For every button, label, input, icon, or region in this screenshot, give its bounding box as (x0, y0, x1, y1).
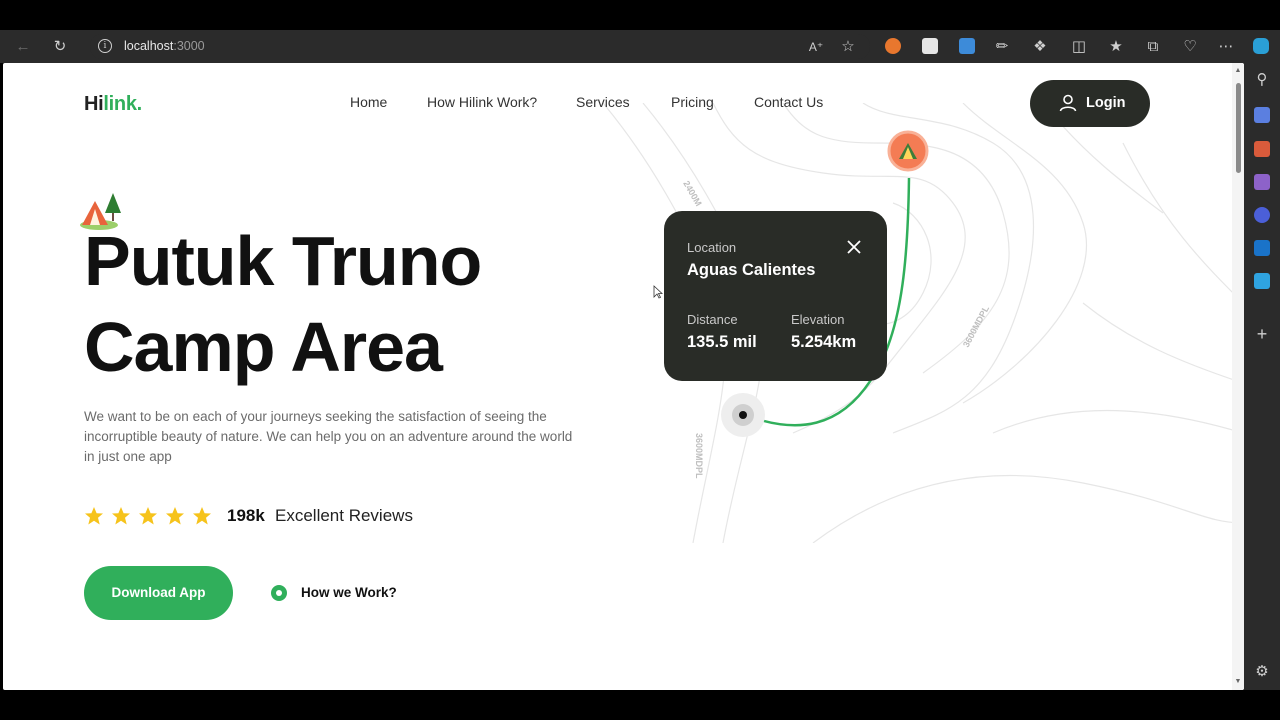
browser-sidebar: ⚲ + ⚙ (1244, 63, 1280, 690)
login-button[interactable]: Login (1030, 80, 1150, 127)
sidebar-outlook-icon[interactable] (1254, 240, 1270, 256)
reviews-count: 198k (227, 506, 265, 525)
sidebar-toolbox-icon[interactable] (1254, 141, 1270, 157)
nav-contact-us[interactable]: Contact Us (754, 94, 823, 110)
reviews-label: Excellent Reviews (275, 506, 413, 525)
login-label: Login (1086, 95, 1126, 111)
more-menu-icon[interactable]: ⋯ (1215, 36, 1237, 58)
reload-icon[interactable]: ↻ (49, 36, 71, 58)
nav-pricing[interactable]: Pricing (671, 94, 714, 110)
rating-stars (84, 506, 219, 531)
nav-how-hilink-work[interactable]: How Hilink Work? (427, 94, 537, 110)
window-bottom-strip (0, 690, 1280, 720)
sidebar-search-icon[interactable]: ⚲ (1253, 71, 1271, 89)
close-icon[interactable] (846, 239, 862, 255)
extensions-puzzle-icon[interactable]: ❖ (1029, 36, 1051, 58)
download-app-button[interactable]: Download App (84, 566, 233, 620)
favorite-star-icon[interactable]: ☆ (837, 36, 859, 58)
nav-home[interactable]: Home (350, 94, 387, 110)
star-icon (166, 507, 184, 525)
url-text[interactable]: localhost:3000 (124, 39, 205, 53)
page-scrollbar[interactable]: ▲ ▼ (1232, 63, 1244, 690)
hero-title-line-1: Putuk Truno (84, 222, 482, 300)
distance-value: 135.5 mil (687, 333, 757, 351)
brand-logo[interactable]: Hilink. (84, 93, 142, 116)
play-circle-icon (271, 585, 287, 601)
how-we-work-label: How we Work? (301, 585, 397, 600)
extension-orange-icon[interactable] (885, 38, 901, 54)
favorites-icon[interactable]: ★ (1105, 36, 1127, 58)
mouse-cursor-icon (653, 285, 663, 299)
contour-label: 3600MDPL (961, 304, 991, 349)
star-icon (139, 507, 157, 525)
color-picker-icon[interactable]: ✏ (991, 36, 1013, 58)
location-caption: Location (687, 240, 737, 255)
sidebar-send-icon[interactable] (1254, 273, 1270, 289)
sidebar-m365-icon[interactable] (1254, 207, 1270, 223)
user-icon (1059, 94, 1077, 112)
contour-label: 3600MDPL (694, 433, 704, 479)
read-aloud-icon[interactable]: A⁺ (805, 36, 827, 58)
extension-notion-icon[interactable] (922, 38, 938, 54)
sidebar-add-icon[interactable]: + (1253, 325, 1271, 343)
scroll-thumb[interactable] (1236, 83, 1241, 173)
star-icon (112, 507, 130, 525)
page-viewport: 2400M 3600MDPL 3600MDPL Hilink. Home How… (3, 63, 1244, 690)
extension-download-icon[interactable] (959, 38, 975, 54)
hero-title-line-2: Camp Area (84, 308, 443, 386)
hero-description: We want to be on each of your journeys s… (84, 409, 573, 464)
scroll-up-arrow-icon[interactable]: ▲ (1234, 67, 1242, 75)
site-info-icon[interactable]: i (98, 39, 112, 53)
elevation-value: 5.254km (791, 333, 857, 351)
scroll-down-arrow-icon[interactable]: ▼ (1234, 678, 1242, 686)
hero-title: Putuk Truno Camp Area (84, 218, 604, 390)
distance-caption: Distance (687, 312, 738, 327)
split-screen-icon[interactable]: ◫ (1068, 36, 1090, 58)
sidebar-games-icon[interactable] (1254, 174, 1270, 190)
sidebar-settings-icon[interactable]: ⚙ (1253, 663, 1271, 681)
nav-services[interactable]: Services (576, 94, 630, 110)
back-icon[interactable]: ← (12, 36, 34, 58)
elevation-caption: Elevation (791, 312, 845, 327)
sidebar-tag-icon[interactable] (1254, 107, 1270, 123)
copilot-icon[interactable] (1253, 38, 1269, 54)
window-top-strip (0, 0, 1280, 30)
star-icon (193, 507, 211, 525)
collections-icon[interactable]: ⧉ (1142, 36, 1164, 58)
browser-toolbar: ← ↻ i localhost:3000 A⁺ ☆ ✏ ❖ ◫ ★ ⧉ ♡ ⋯ (0, 30, 1280, 63)
location-name: Aguas Calientes (687, 261, 816, 279)
address-bar[interactable]: i localhost:3000 (90, 34, 870, 59)
start-point-dot[interactable] (739, 411, 747, 419)
star-icon (85, 507, 103, 525)
browser-essentials-icon[interactable]: ♡ (1179, 36, 1201, 58)
location-card: Location Aguas Calientes Distance 135.5 … (664, 211, 887, 381)
